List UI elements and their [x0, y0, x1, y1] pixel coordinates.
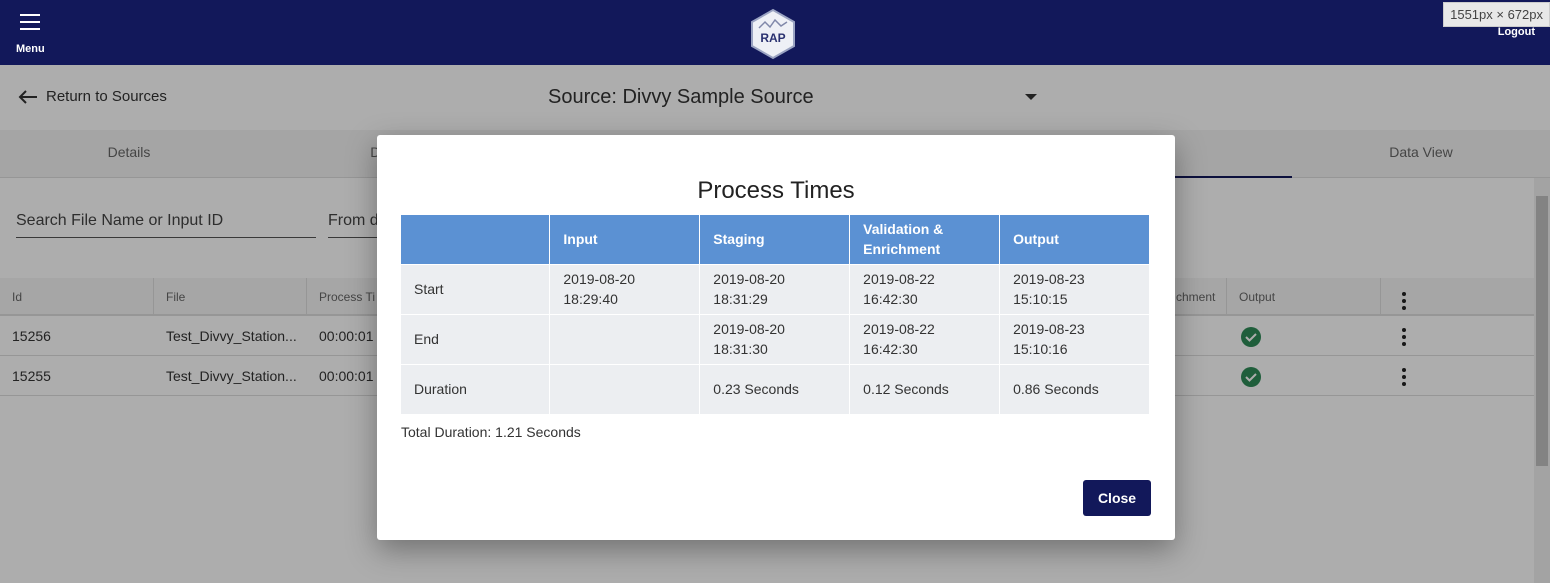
- cell-output: 2019-08-23 15:10:15: [999, 263, 1150, 314]
- size-badge: 1551px × 672px: [1443, 2, 1550, 27]
- cell-validation: 2019-08-22 16:42:30: [849, 313, 1001, 364]
- process-times-dialog: Process Times Input Staging Validation &…: [377, 135, 1175, 540]
- cell-output: 0.86 Seconds: [999, 363, 1150, 414]
- cell-input: [549, 313, 701, 364]
- row-label: End: [401, 313, 551, 364]
- row-label: Duration: [401, 363, 551, 414]
- header-input: Input: [549, 215, 701, 264]
- header-staging: Staging: [699, 215, 851, 264]
- cell-input: [549, 363, 701, 414]
- process-row-end: End 2019-08-20 18:31:30 2019-08-22 16:42…: [401, 313, 1150, 364]
- cell-validation: 2019-08-22 16:42:30: [849, 263, 1001, 314]
- dialog-title: Process Times: [697, 177, 855, 204]
- top-app-bar: Menu RAP Logout: [0, 0, 1550, 65]
- menu-label: Menu: [16, 43, 45, 55]
- process-row-start: Start 2019-08-20 18:29:40 2019-08-20 18:…: [401, 263, 1150, 314]
- cell-output: 2019-08-23 15:10:16: [999, 313, 1150, 364]
- menu-button[interactable]: Menu: [14, 10, 48, 58]
- logo-text: RAP: [760, 31, 785, 45]
- header-validation: Validation & Enrichment: [849, 215, 1001, 264]
- cell-validation: 0.12 Seconds: [849, 363, 1001, 414]
- total-duration: Total Duration: 1.21 Seconds: [401, 424, 581, 440]
- hamburger-icon: [20, 14, 40, 30]
- cell-staging: 0.23 Seconds: [699, 363, 851, 414]
- header-empty: [401, 215, 551, 264]
- cell-staging: 2019-08-20 18:31:29: [699, 263, 851, 314]
- process-row-duration: Duration 0.23 Seconds 0.12 Seconds 0.86 …: [401, 363, 1150, 414]
- header-output: Output: [999, 215, 1150, 264]
- cell-staging: 2019-08-20 18:31:30: [699, 313, 851, 364]
- close-button[interactable]: Close: [1083, 480, 1151, 516]
- cell-input: 2019-08-20 18:29:40: [549, 263, 701, 314]
- row-label: Start: [401, 263, 551, 314]
- process-table-header: Input Staging Validation & Enrichment Ou…: [401, 215, 1150, 264]
- process-times-table: Input Staging Validation & Enrichment Ou…: [401, 215, 1150, 414]
- logout-button[interactable]: Logout: [1498, 26, 1535, 38]
- rap-logo: RAP: [751, 8, 795, 60]
